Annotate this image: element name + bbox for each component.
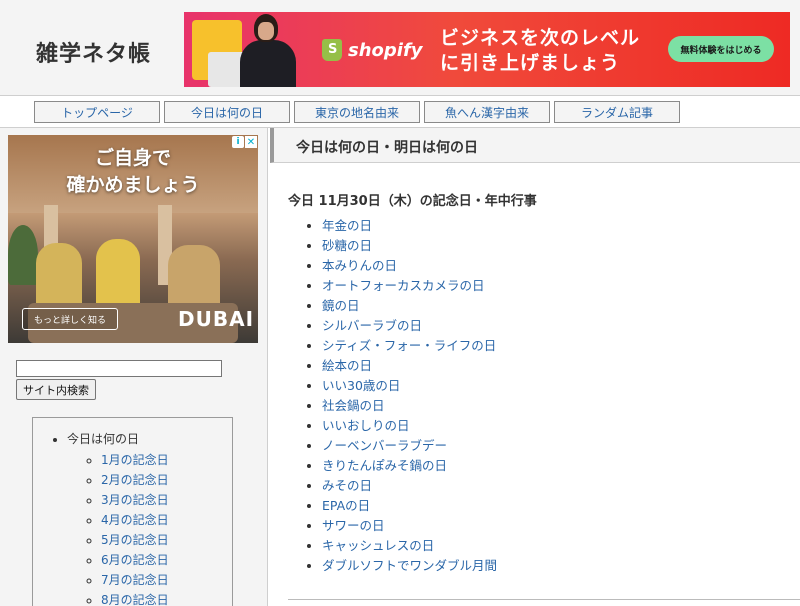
- list-item: 砂糖の日: [322, 236, 497, 256]
- list-item: みその日: [322, 476, 497, 496]
- list-item: キャッシュレスの日: [322, 536, 497, 556]
- shopify-logo: shopify: [322, 39, 423, 61]
- global-nav: トップページ 今日は何の日 東京の地名由来 魚へん漢字由来 ランダム記事: [0, 96, 800, 128]
- sidebar-item-link[interactable]: 2月の記念日: [101, 473, 169, 487]
- sidebar-item: 8月の記念日: [101, 590, 232, 606]
- event-link[interactable]: 砂糖の日: [322, 238, 372, 253]
- ad-info-icon[interactable]: i: [232, 136, 244, 148]
- event-list: 年金の日 砂糖の日 本みりんの日 オートフォーカスカメラの日 鏡の日 シルバーラ…: [304, 216, 497, 576]
- dubai-ad[interactable]: ご自身で 確かめましょう i ✕ もっと詳しく知る DUBAI: [8, 135, 258, 343]
- event-link[interactable]: 絵本の日: [322, 358, 372, 373]
- ad-headline-line2: 確かめましょう: [66, 174, 200, 196]
- list-item: いい30歳の日: [322, 376, 497, 396]
- list-item: いいおしりの日: [322, 416, 497, 436]
- event-link[interactable]: いい30歳の日: [322, 378, 400, 393]
- event-link[interactable]: 年金の日: [322, 218, 372, 233]
- shopify-banner-ad[interactable]: shopify ビジネスを次のレベル に引き上げましょう 無料体験をはじめる: [184, 12, 790, 87]
- sidebar-item: 6月の記念日: [101, 550, 232, 570]
- banner-cta-button[interactable]: 無料体験をはじめる: [668, 36, 774, 62]
- list-item: EPAの日: [322, 496, 497, 516]
- sidebar-item-link[interactable]: 4月の記念日: [101, 513, 169, 527]
- ad-headline: ご自身で 確かめましょう: [8, 145, 258, 199]
- event-link[interactable]: いいおしりの日: [322, 418, 410, 433]
- list-item: 鏡の日: [322, 296, 497, 316]
- banner-headline-line1: ビジネスを次のレベル: [440, 27, 641, 49]
- sidebar-item-link[interactable]: 7月の記念日: [101, 573, 169, 587]
- shopify-bag-icon: [322, 39, 342, 61]
- sidebar-menu: 今日は何の日 1月の記念日 2月の記念日 3月の記念日 4月の記念日 5月の記念…: [32, 417, 233, 606]
- event-link[interactable]: EPAの日: [322, 498, 370, 513]
- event-link[interactable]: シティズ・フォー・ライフの日: [322, 338, 496, 353]
- main-content: 今日は何の日・明日は何の日 今日 11月30日（木）の記念日・年中行事 年金の日…: [270, 128, 800, 606]
- list-item: オートフォーカスカメラの日: [322, 276, 497, 296]
- nav-today[interactable]: 今日は何の日: [164, 101, 290, 123]
- site-header: 雑学ネタ帳 shopify ビジネスを次のレベル に引き上げましょう 無料体験を…: [0, 0, 800, 96]
- page-title: 今日は何の日・明日は何の日: [296, 140, 478, 156]
- event-link[interactable]: サワーの日: [322, 518, 385, 533]
- nav-top-page[interactable]: トップページ: [34, 101, 160, 123]
- nav-random-article[interactable]: ランダム記事: [554, 101, 680, 123]
- ad-headline-line1: ご自身で: [94, 147, 171, 169]
- sidebar-item-link[interactable]: 1月の記念日: [101, 453, 169, 467]
- list-item: 本みりんの日: [322, 256, 497, 276]
- banner-person-face: [258, 22, 274, 40]
- list-item: シティズ・フォー・ライフの日: [322, 336, 497, 356]
- event-link[interactable]: きりたんぽみそ鍋の日: [322, 458, 447, 473]
- ad-plant-image: [8, 225, 38, 285]
- sidebar-item: 1月の記念日: [101, 450, 232, 470]
- event-link[interactable]: キャッシュレスの日: [322, 538, 434, 553]
- site-search-input[interactable]: [16, 360, 222, 377]
- event-link[interactable]: ダブルソフトでワンダブル月間: [322, 558, 497, 573]
- ad-close-icon[interactable]: ✕: [245, 136, 257, 148]
- event-link[interactable]: シルバーラブの日: [322, 318, 422, 333]
- sidebar-item-link[interactable]: 6月の記念日: [101, 553, 169, 567]
- nav-tokyo-place-names[interactable]: 東京の地名由来: [294, 101, 420, 123]
- divider: [288, 599, 800, 600]
- event-link[interactable]: 本みりんの日: [322, 258, 397, 273]
- sidebar-menu-group: 今日は何の日 1月の記念日 2月の記念日 3月の記念日 4月の記念日 5月の記念…: [67, 430, 232, 606]
- today-heading: 今日 11月30日（木）の記念日・年中行事: [288, 194, 537, 209]
- sidebar-item-link[interactable]: 8月の記念日: [101, 593, 169, 606]
- list-item: ノーベンバーラブデー: [322, 436, 497, 456]
- event-link[interactable]: ノーベンバーラブデー: [322, 438, 447, 453]
- nav-fish-kanji[interactable]: 魚へん漢字由来: [424, 101, 550, 123]
- sidebar: ご自身で 確かめましょう i ✕ もっと詳しく知る DUBAI サイト内検索 今…: [0, 128, 268, 606]
- main-heading-bar: 今日は何の日・明日は何の日: [270, 128, 800, 163]
- event-link[interactable]: みその日: [322, 478, 372, 493]
- list-item: ダブルソフトでワンダブル月間: [322, 556, 497, 576]
- banner-headline-line2: に引き上げましょう: [440, 52, 621, 74]
- shopify-brand-text: shopify: [348, 39, 423, 61]
- list-item: 年金の日: [322, 216, 497, 236]
- list-item: シルバーラブの日: [322, 316, 497, 336]
- event-link[interactable]: 鏡の日: [322, 298, 360, 313]
- event-link[interactable]: 社会鍋の日: [322, 398, 385, 413]
- sidebar-menu-group-label[interactable]: 今日は何の日: [67, 432, 139, 446]
- list-item: サワーの日: [322, 516, 497, 536]
- list-item: きりたんぽみそ鍋の日: [322, 456, 497, 476]
- site-title[interactable]: 雑学ネタ帳: [36, 36, 151, 68]
- ad-learn-more-button[interactable]: もっと詳しく知る: [22, 308, 118, 330]
- sidebar-item: 5月の記念日: [101, 530, 232, 550]
- list-item: 社会鍋の日: [322, 396, 497, 416]
- event-link[interactable]: オートフォーカスカメラの日: [322, 278, 485, 293]
- list-item: 絵本の日: [322, 356, 497, 376]
- banner-person-image: [240, 40, 296, 87]
- sidebar-item-link[interactable]: 5月の記念日: [101, 533, 169, 547]
- ad-brand-logo: DUBAI: [178, 307, 255, 331]
- sidebar-item: 7月の記念日: [101, 570, 232, 590]
- ad-person-image: [96, 239, 140, 309]
- sidebar-item-link[interactable]: 3月の記念日: [101, 493, 169, 507]
- sidebar-item: 2月の記念日: [101, 470, 232, 490]
- banner-headline: ビジネスを次のレベル に引き上げましょう: [440, 26, 640, 76]
- sidebar-item: 4月の記念日: [101, 510, 232, 530]
- site-search-button[interactable]: サイト内検索: [16, 379, 96, 400]
- sidebar-item: 3月の記念日: [101, 490, 232, 510]
